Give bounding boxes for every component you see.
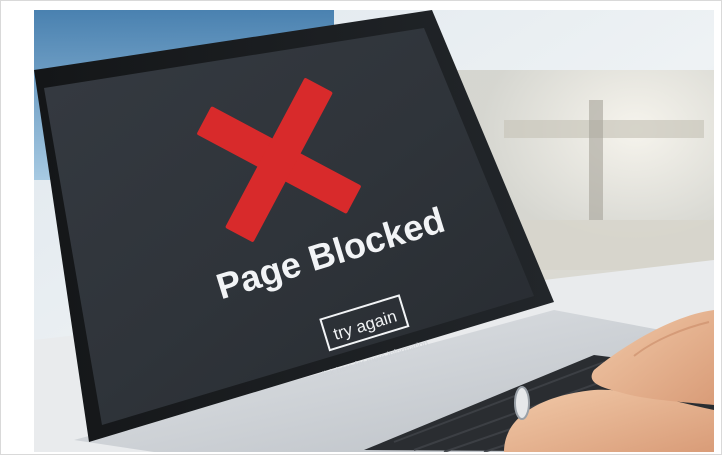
- laptop-photo: Page Blocked try again click here for mo…: [34, 10, 714, 452]
- laptop-scene: Page Blocked try again click here for mo…: [34, 10, 714, 452]
- ring: [514, 386, 530, 420]
- image-frame: Page Blocked try again click here for mo…: [0, 0, 722, 455]
